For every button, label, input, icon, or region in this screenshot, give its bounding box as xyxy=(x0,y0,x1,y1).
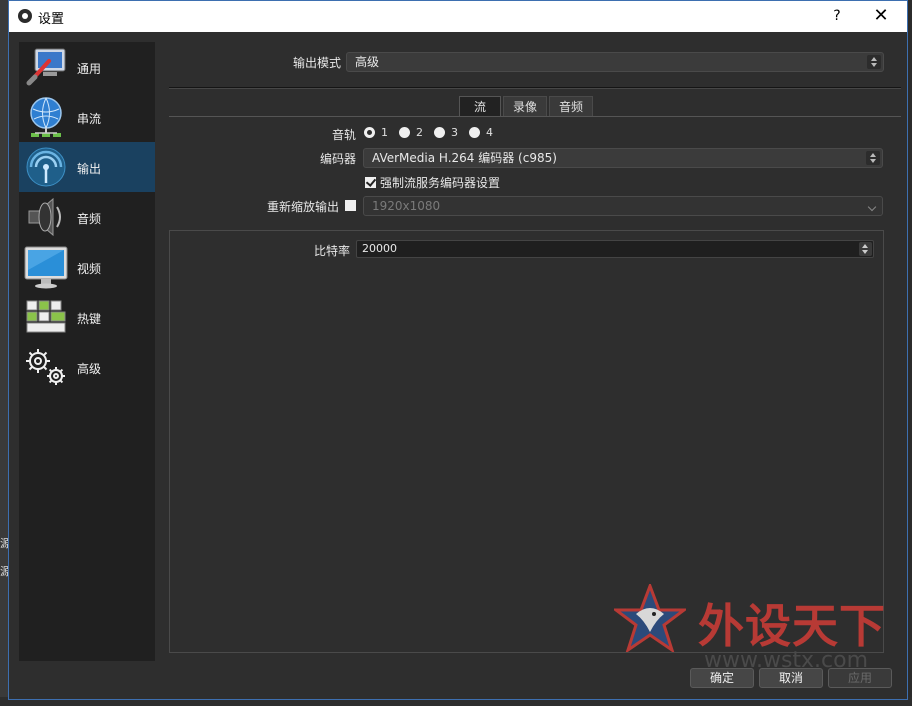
sidebar-item-hotkeys[interactable]: 热键 xyxy=(19,292,155,342)
tab-recording[interactable]: 录像 xyxy=(503,96,547,116)
sidebar-item-output[interactable]: 输出 xyxy=(19,142,155,192)
sidebar-item-label: 串流 xyxy=(77,112,102,126)
sidebar-item-stream[interactable]: 串流 xyxy=(19,92,155,142)
rescale-output-checkbox[interactable] xyxy=(345,200,356,211)
audio-track-radio-label: 3 xyxy=(451,126,458,139)
updown-arrows-icon xyxy=(867,55,881,69)
tab-label: 录像 xyxy=(512,100,537,114)
tab-stream[interactable]: 流 xyxy=(459,96,501,116)
star-eagle-logo-icon xyxy=(614,584,686,652)
globe-network-icon xyxy=(30,97,62,137)
general-settings-icon xyxy=(26,48,66,86)
rescale-resolution-value: 1920x1080 xyxy=(372,199,441,213)
sidebar-item-label: 音频 xyxy=(77,212,102,226)
output-settings-panel: 输出模式 高级 流 录像 音频 音轨 1 2 3 4 编码器 AVerMedia… xyxy=(161,42,901,662)
sidebar-item-audio[interactable]: 音频 xyxy=(19,192,155,242)
spinbox-arrows-icon[interactable] xyxy=(859,242,872,256)
divider xyxy=(169,87,901,89)
help-button[interactable]: ? xyxy=(827,5,847,27)
enforce-encoder-checkbox[interactable] xyxy=(365,177,376,188)
rescale-output-label: 重新缩放输出 xyxy=(266,200,339,214)
bitrate-value: 20000 xyxy=(362,242,397,255)
sidebar-item-general[interactable]: 通用 xyxy=(19,42,155,92)
sidebar-item-video[interactable]: 视频 xyxy=(19,242,155,292)
audio-track-radio-4[interactable] xyxy=(469,127,480,138)
watermark: 外设天下 www.wstx.com xyxy=(614,582,904,678)
tab-label: 音频 xyxy=(558,100,583,114)
close-button[interactable]: ✕ xyxy=(866,3,896,29)
audio-track-radio-1[interactable] xyxy=(364,127,375,138)
sidebar-item-label: 视频 xyxy=(77,262,102,276)
speaker-icon xyxy=(28,197,61,237)
audio-track-radio-2[interactable] xyxy=(399,127,410,138)
settings-sidebar: 通用 串流 输出 音频 视频 热键 高级 xyxy=(19,42,155,661)
audio-track-radio-label: 2 xyxy=(416,126,423,139)
encoder-label: 编码器 xyxy=(319,152,356,166)
title-bar: 设置 ? ✕ xyxy=(9,1,907,32)
bitrate-input[interactable]: 20000 xyxy=(356,240,874,258)
audio-track-radio-label: 1 xyxy=(381,126,388,139)
watermark-text: 外设天下 xyxy=(698,599,886,653)
output-mode-label: 输出模式 xyxy=(292,56,341,70)
audio-track-radio-label: 4 xyxy=(486,126,493,139)
broadcast-antenna-icon xyxy=(26,147,66,187)
encoder-select[interactable]: AVerMedia H.264 编码器 (c985) xyxy=(363,148,883,168)
gears-icon xyxy=(26,349,65,385)
tab-underline xyxy=(169,116,901,117)
window-title: 设置 xyxy=(38,12,65,27)
chevron-down-icon xyxy=(866,199,880,213)
tab-label: 流 xyxy=(473,100,486,114)
audio-track-label: 音轨 xyxy=(331,128,356,142)
watermark-url: www.wstx.com xyxy=(704,648,869,673)
audio-track-radio-3[interactable] xyxy=(434,127,445,138)
sidebar-item-advanced[interactable]: 高级 xyxy=(19,342,155,392)
sidebar-item-label: 热键 xyxy=(77,312,102,326)
sidebar-item-label: 通用 xyxy=(77,62,102,76)
sidebar-item-label: 高级 xyxy=(77,362,102,376)
output-mode-value: 高级 xyxy=(355,55,380,69)
bitrate-label: 比特率 xyxy=(313,244,350,258)
output-mode-select[interactable]: 高级 xyxy=(346,52,884,72)
updown-arrows-icon xyxy=(866,151,880,165)
rescale-resolution-select: 1920x1080 xyxy=(363,196,883,216)
obs-app-icon xyxy=(18,9,32,23)
tab-audio[interactable]: 音频 xyxy=(549,96,593,116)
sidebar-item-label: 输出 xyxy=(77,162,102,176)
enforce-encoder-label: 强制流服务编码器设置 xyxy=(380,176,501,190)
keyboard-icon xyxy=(26,300,66,333)
encoder-value: AVerMedia H.264 编码器 (c985) xyxy=(372,151,557,165)
monitor-icon xyxy=(24,246,68,289)
